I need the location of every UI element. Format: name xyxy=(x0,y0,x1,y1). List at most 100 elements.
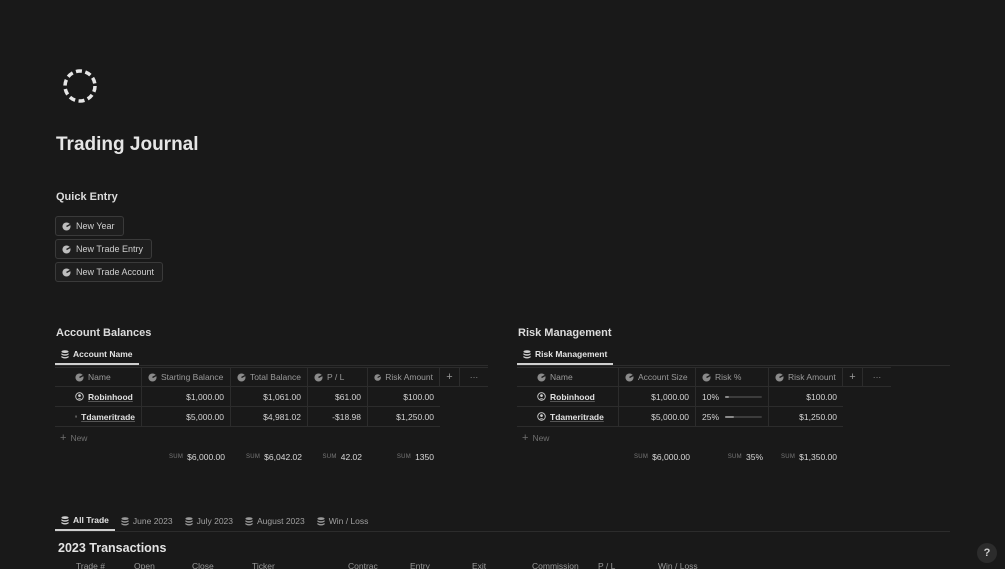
column-header-contracts[interactable]: Contrac xyxy=(342,561,404,569)
new-year-button[interactable]: New Year xyxy=(55,216,124,236)
tab-divider xyxy=(517,365,950,366)
table-row[interactable]: Tdameritrade $5,000.00 $4,981.02 -$18.98… xyxy=(55,407,440,427)
risk-progress-bar xyxy=(725,415,762,418)
sum-total-balance[interactable]: SUM $6,042.02 xyxy=(231,451,308,463)
risk-progress-fill xyxy=(725,415,735,418)
tab-win-loss[interactable]: Win / Loss xyxy=(311,511,375,531)
template-icon xyxy=(62,221,71,231)
row-name-cell[interactable]: Tdameritrade xyxy=(517,407,619,426)
table-row[interactable]: Robinhood $1,000.00 $1,061.00 $61.00 $10… xyxy=(55,387,440,407)
account-balances-table: Name Starting Balance Total Balance P / … xyxy=(55,367,488,427)
plus-icon: + xyxy=(522,432,529,444)
tab-account-name[interactable]: Account Name xyxy=(55,345,139,365)
pl-cell: -$18.98 xyxy=(308,407,368,426)
formula-icon xyxy=(625,372,634,382)
database-icon xyxy=(185,516,193,525)
new-trade-account-button[interactable]: New Trade Account xyxy=(55,262,164,282)
page-title: Trading Journal xyxy=(56,134,199,155)
account-balances-sums: SUM $6,000.00 SUM $6,042.02 SUM 42.02 SUM 13… xyxy=(142,451,440,463)
new-row-button[interactable]: + New xyxy=(60,432,87,444)
template-icon xyxy=(62,244,71,254)
column-header-risk-amount[interactable]: Risk Amount xyxy=(769,368,843,386)
row-name-cell[interactable]: Tdameritrade xyxy=(55,407,142,426)
column-header-account-size[interactable]: Account Size xyxy=(619,368,696,386)
database-icon xyxy=(61,515,69,524)
more-options-button[interactable]: ··· xyxy=(460,368,488,386)
tab-risk-management-label: Risk Management xyxy=(535,349,608,359)
column-header-total-balance[interactable]: Total Balance xyxy=(231,368,308,386)
database-icon xyxy=(523,349,531,358)
risk-percent-cell: 25% xyxy=(696,407,769,426)
tab-july-2023[interactable]: July 2023 xyxy=(179,511,239,531)
table-row[interactable]: Tdameritrade $5,000.00 25% $1,250.00 xyxy=(517,407,843,427)
column-header-exit[interactable]: Exit xyxy=(466,561,526,569)
user-circle-icon xyxy=(75,415,78,418)
add-property-button[interactable]: + xyxy=(440,368,460,386)
new-trade-entry-button[interactable]: New Trade Entry xyxy=(55,239,153,259)
user-circle-icon xyxy=(537,412,546,421)
quick-entry-heading: Quick Entry xyxy=(56,191,118,203)
tab-all-trade[interactable]: All Trade xyxy=(55,511,115,531)
pl-cell: $61.00 xyxy=(308,387,368,406)
user-circle-icon xyxy=(537,392,546,401)
database-icon xyxy=(121,516,129,525)
plus-icon: + xyxy=(60,432,67,444)
help-button[interactable]: ? xyxy=(977,543,997,563)
column-header-open[interactable]: Open xyxy=(128,561,186,569)
sum-pl[interactable]: SUM 42.02 xyxy=(308,451,368,463)
column-header-commission[interactable]: Commission xyxy=(526,561,592,569)
sum-risk-percent[interactable]: SUM 35% xyxy=(696,451,769,463)
transactions-view-tabs: All Trade June 2023 July 2023 August 202… xyxy=(55,511,950,531)
column-header-close[interactable]: Close xyxy=(186,561,246,569)
tab-risk-management[interactable]: Risk Management xyxy=(517,345,614,365)
sum-account-size[interactable]: SUM $6,000.00 xyxy=(619,451,696,463)
user-circle-icon xyxy=(75,392,84,401)
transactions-header: Trade # Open Close Ticker Contrac Entry … xyxy=(56,561,720,569)
column-header-entry[interactable]: Entry xyxy=(404,561,466,569)
row-name-cell[interactable]: Robinhood xyxy=(55,387,142,406)
tab-divider xyxy=(55,365,488,366)
formula-icon xyxy=(75,372,84,382)
more-options-button[interactable]: ··· xyxy=(863,368,891,386)
database-icon xyxy=(61,349,69,358)
table-header: Name Starting Balance Total Balance P / … xyxy=(55,367,488,387)
tab-august-2023[interactable]: August 2023 xyxy=(239,511,311,531)
column-header-risk-percent[interactable]: Risk % xyxy=(696,368,769,386)
formula-icon xyxy=(237,372,246,382)
database-icon xyxy=(245,516,253,525)
table-row[interactable]: Robinhood $1,000.00 10% $100.00 xyxy=(517,387,843,407)
risk-management-sums: SUM $6,000.00 SUM 35% SUM $1,350.00 xyxy=(619,451,843,463)
row-name-cell[interactable]: Robinhood xyxy=(517,387,619,406)
formula-icon xyxy=(374,373,381,381)
column-header-starting-balance[interactable]: Starting Balance xyxy=(142,368,231,386)
sum-starting-balance[interactable]: SUM $6,000.00 xyxy=(142,451,231,463)
sum-risk-amount[interactable]: SUM 1350 xyxy=(368,451,440,463)
risk-progress-bar xyxy=(725,395,762,398)
column-header-pl[interactable]: P / L xyxy=(592,561,652,569)
column-header-name[interactable]: Name xyxy=(55,368,142,386)
new-trade-entry-label: New Trade Entry xyxy=(76,244,144,254)
starting-balance-cell: $1,000.00 xyxy=(142,387,231,406)
sum-risk-amount[interactable]: SUM $1,350.00 xyxy=(769,451,843,463)
new-trade-account-label: New Trade Account xyxy=(76,267,155,277)
column-header-ticker[interactable]: Ticker xyxy=(246,561,342,569)
risk-management-heading: Risk Management xyxy=(518,327,612,339)
new-row-button[interactable]: + New xyxy=(522,432,549,444)
column-header-trade-number[interactable]: Trade # xyxy=(56,561,128,569)
risk-progress-fill xyxy=(725,395,729,398)
column-header-risk-amount[interactable]: Risk Amount xyxy=(368,368,440,386)
column-header-pl[interactable]: P / L xyxy=(308,368,368,386)
loading-ring-icon xyxy=(63,69,97,103)
tab-june-2023[interactable]: June 2023 xyxy=(115,511,179,531)
column-header-name[interactable]: Name xyxy=(517,368,619,386)
transactions-title: 2023 Transactions xyxy=(58,541,167,555)
column-header-win-loss[interactable]: Win / Loss xyxy=(652,561,720,569)
formula-icon xyxy=(775,372,784,382)
add-property-button[interactable]: + xyxy=(843,368,863,386)
table-header: Name Account Size Risk % Risk Amount + ·… xyxy=(517,367,891,387)
tab-divider xyxy=(55,531,950,532)
template-icon xyxy=(62,267,71,277)
total-balance-cell: $1,061.00 xyxy=(231,387,308,406)
risk-percent-cell: 10% xyxy=(696,387,769,406)
risk-amount-cell: $1,250.00 xyxy=(799,411,837,422)
